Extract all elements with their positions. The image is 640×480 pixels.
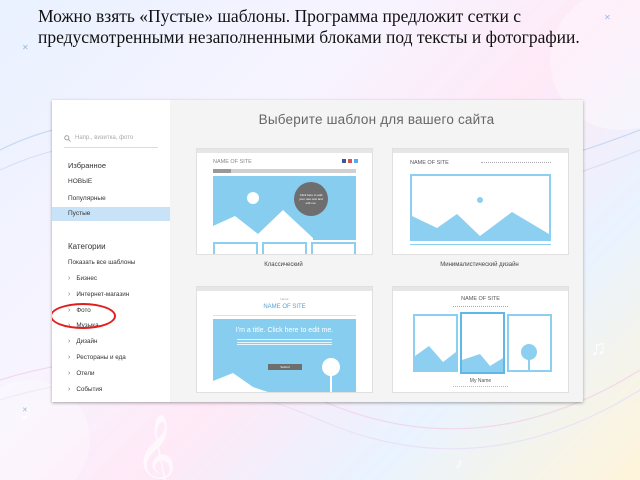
music-note-icon: ♫	[590, 335, 607, 360]
text-bubble: Click here to add your own text and edit…	[294, 182, 328, 216]
nav-links	[481, 162, 551, 164]
music-note-icon: ♪	[455, 455, 463, 472]
template-picker-screenshot: Напр., визитка, фото Избранное НОВЫЕ Поп…	[52, 100, 583, 402]
image-placeholder	[410, 174, 551, 241]
template-site-name: NAME OF SITE	[213, 159, 252, 165]
category-label: Отели	[76, 370, 95, 377]
image-placeholder	[213, 176, 356, 240]
template-caption: Классический	[264, 262, 303, 268]
sparkle-icon: ✕	[22, 407, 28, 414]
category-events[interactable]: › События	[68, 386, 102, 393]
nav-links	[453, 306, 508, 308]
category-label: Интернет-магазин	[76, 291, 130, 298]
template-site-name: NAME OF SITE	[263, 304, 306, 310]
mountain-icon	[213, 192, 313, 240]
google-plus-icon	[348, 159, 352, 163]
gallery-title: Выберите шаблон для вашего сайта	[258, 112, 495, 127]
template-site-name: NAME OF SITE	[410, 160, 449, 166]
small-label: Home	[280, 297, 289, 301]
category-business[interactable]: › Бизнес	[68, 275, 97, 282]
thumb-box	[262, 242, 307, 254]
category-eshop[interactable]: › Интернет-магазин	[68, 291, 129, 298]
sidebar-item-new[interactable]: НОВЫЕ	[52, 175, 170, 189]
facebook-icon	[342, 159, 346, 163]
sidebar-item-blank[interactable]: Пустые	[52, 207, 170, 221]
treble-clef-icon: 𝄞	[135, 415, 176, 480]
show-all-label: Показать все шаблоны	[68, 259, 136, 266]
bubble-text: Click here to add your own text and edit…	[299, 193, 323, 205]
nav-active	[213, 169, 231, 173]
chevron-right-icon: ›	[68, 291, 71, 298]
category-label: Дизайн	[76, 338, 98, 345]
browser-bar	[393, 287, 568, 291]
twitter-icon	[354, 159, 358, 163]
category-restaurants[interactable]: › Рестораны и еда	[68, 354, 126, 361]
divider	[213, 315, 356, 316]
banner-button: Submit	[268, 364, 302, 370]
browser-bar	[197, 287, 372, 291]
search-placeholder: Напр., визитка, фото	[75, 135, 134, 141]
thumb-box	[213, 242, 258, 254]
highlight-oval	[52, 303, 116, 329]
template-caption: Минималистический дизайн	[440, 262, 519, 268]
sidebar: Напр., визитка, фото Избранное НОВЫЕ Поп…	[52, 100, 171, 402]
mountain-icon	[462, 354, 503, 372]
search-underline	[64, 147, 158, 148]
sidebar-item-favorites[interactable]: Избранное	[52, 159, 170, 173]
category-label: Рестораны и еда	[76, 354, 126, 361]
category-label: События	[76, 386, 103, 393]
browser-bar	[197, 149, 372, 153]
category-hotels[interactable]: › Отели	[68, 370, 95, 377]
template-card-banner[interactable]: Home NAME OF SITE I'm a title. Click her…	[196, 286, 373, 393]
category-label: Бизнес	[76, 275, 98, 282]
column-image	[460, 312, 505, 374]
chevron-right-icon: ›	[68, 370, 71, 377]
mountain-icon	[412, 197, 549, 239]
categories-heading: Категории	[68, 242, 106, 251]
footer-line	[410, 244, 551, 245]
column-image	[413, 314, 458, 372]
template-gallery: Выберите шаблон для вашего сайта NAME OF…	[170, 100, 583, 402]
thumb-box	[311, 242, 356, 254]
mountain-icon	[415, 346, 456, 370]
person-bio	[453, 386, 508, 388]
template-card-classic[interactable]: NAME OF SITE Click here to add your own …	[196, 148, 373, 255]
slide-text: Можно взять «Пустые» шаблоны. Программа …	[38, 6, 580, 47]
sidebar-item-popular[interactable]: Популярные	[52, 192, 170, 206]
search-icon	[64, 134, 71, 142]
show-all-templates-link[interactable]: Показать все шаблоны	[68, 259, 135, 266]
nav-strip	[213, 169, 356, 173]
category-design[interactable]: › Дизайн	[68, 338, 98, 345]
search-field[interactable]: Напр., визитка, фото	[64, 132, 158, 144]
banner-paragraph	[237, 339, 332, 343]
browser-bar	[393, 149, 568, 153]
chevron-right-icon: ›	[68, 354, 71, 361]
column-image	[507, 314, 552, 372]
chevron-right-icon: ›	[68, 338, 71, 345]
banner-headline: I'm a title. Click here to edit me.	[235, 327, 334, 334]
template-card-portfolio[interactable]: NAME OF SITE My Name	[392, 286, 569, 393]
banner-paragraph	[237, 344, 332, 347]
template-site-name: NAME OF SITE	[461, 296, 500, 302]
chevron-right-icon: ›	[68, 386, 71, 393]
person-name: My Name	[469, 378, 492, 384]
sparkle-icon: ✕	[22, 43, 29, 52]
chevron-right-icon: ›	[68, 275, 71, 282]
template-card-minimal[interactable]: NAME OF SITE	[392, 148, 569, 255]
tree-icon	[521, 344, 537, 370]
